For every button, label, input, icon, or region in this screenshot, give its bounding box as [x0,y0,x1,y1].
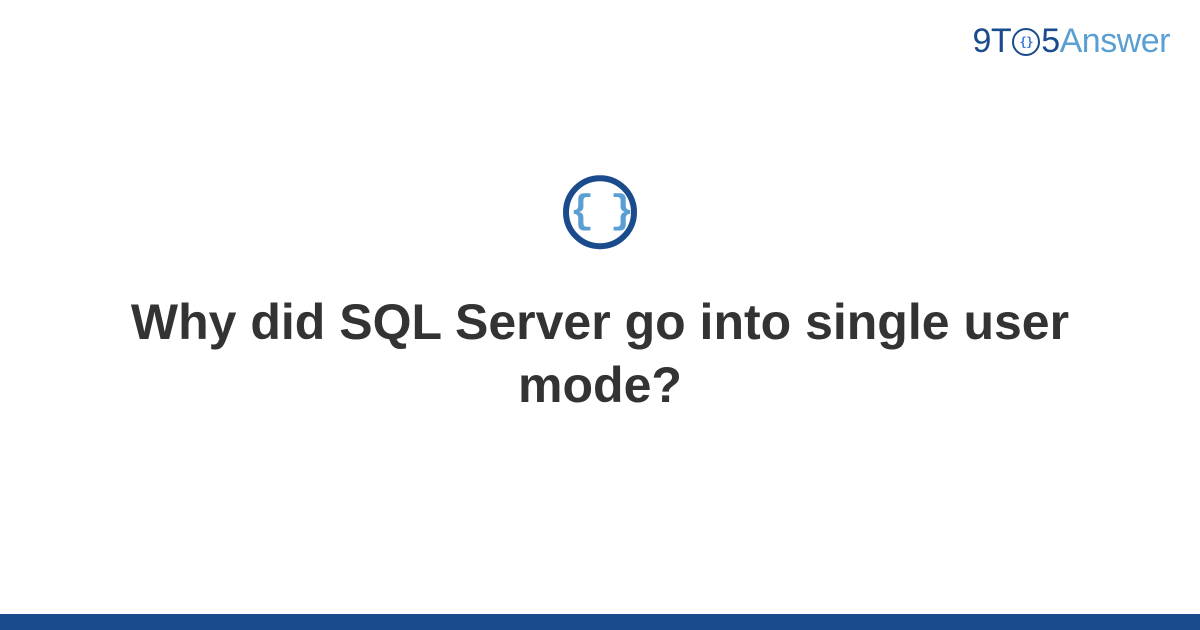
logo-circle-icon: {} [1012,28,1040,56]
braces-icon: { } [570,190,630,235]
footer-bar [0,614,1200,630]
logo-braces-icon: {} [1019,35,1032,49]
question-title: Why did SQL Server go into single user m… [0,291,1200,416]
site-logo[interactable]: 9T {} 5 Answer [973,22,1170,61]
logo-text-9t: 9T [973,22,1012,61]
logo-text-answer: Answer [1060,22,1170,61]
logo-text-5: 5 [1041,22,1059,61]
category-icon: { } [563,175,637,249]
main-content: { } Why did SQL Server go into single us… [0,175,1200,416]
